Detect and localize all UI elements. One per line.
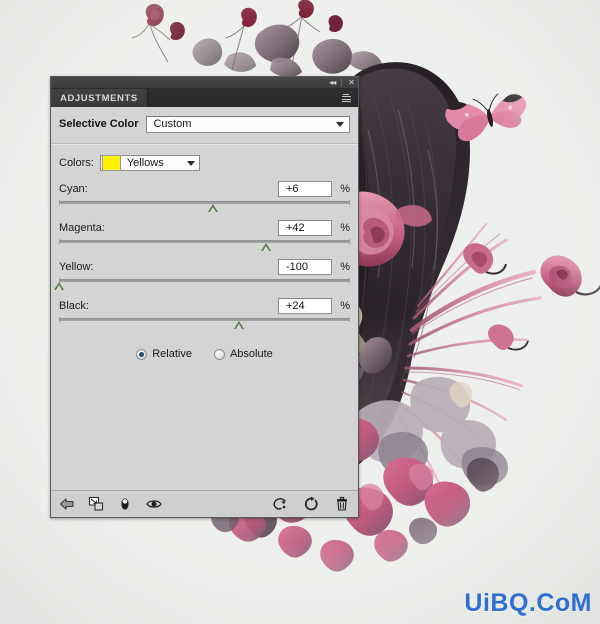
radio-absolute-indicator — [213, 348, 225, 360]
slider-yellow-label: Yellow: — [59, 261, 94, 273]
tab-row-filler — [148, 89, 337, 107]
radio-relative-label: Relative — [152, 348, 192, 360]
slider-yellow-track[interactable] — [54, 277, 350, 293]
radio-relative[interactable]: Relative — [136, 348, 192, 360]
slider-magenta-input[interactable]: +42 — [278, 220, 332, 236]
page-title: Selective Color — [59, 118, 139, 130]
site-watermark: UiBQ.CoM — [464, 589, 592, 617]
previous-state-arrow-icon[interactable] — [59, 496, 75, 512]
radio-relative-indicator — [136, 348, 148, 360]
preset-dropdown[interactable]: Custom — [146, 115, 350, 133]
radio-absolute-label: Absolute — [229, 348, 273, 360]
clip-to-layer-icon[interactable] — [88, 496, 104, 512]
tab-adjustments-label: ADJUSTMENTS — [60, 92, 138, 104]
slider-magenta: Magenta: +42 % — [59, 218, 350, 254]
colors-row: Colors: Yellows — [51, 145, 358, 171]
slider-cyan-track[interactable] — [59, 199, 350, 215]
adjustments-panel: ◂◂ | ✕ ADJUSTMENTS Selective Color Custo… — [50, 76, 359, 518]
delete-layer-icon[interactable] — [334, 496, 350, 512]
slider-magenta-track[interactable] — [59, 238, 350, 254]
colors-value: Yellows — [126, 157, 164, 169]
slider-cyan: Cyan: +6 % — [59, 179, 350, 215]
slider-track-line — [59, 201, 350, 204]
slider-track-line — [59, 240, 350, 243]
panel-titlebar: ◂◂ | ✕ — [51, 77, 358, 89]
slider-black-track[interactable] — [59, 316, 350, 332]
slider-cyan-input[interactable]: +6 — [278, 181, 332, 197]
reset-adjustment-icon[interactable] — [303, 496, 319, 512]
slider-yellow-thumb[interactable] — [54, 282, 64, 290]
slider-magenta-label: Magenta: — [59, 222, 105, 234]
color-swatch — [101, 155, 121, 171]
collapse-panel-icon[interactable]: ◂◂ — [329, 78, 336, 87]
slider-black: Black: +24 % — [59, 296, 350, 332]
adjustment-header: Selective Color Custom — [51, 107, 358, 137]
preset-value: Custom — [153, 118, 192, 130]
reset-to-previous-icon[interactable] — [272, 496, 288, 512]
tab-adjustments[interactable]: ADJUSTMENTS — [51, 89, 148, 107]
colors-dropdown[interactable]: Yellows — [99, 155, 200, 171]
toggle-layer-visibility-icon[interactable] — [117, 496, 133, 512]
slider-black-unit: % — [340, 300, 350, 312]
slider-cyan-unit: % — [340, 183, 350, 195]
slider-yellow-unit: % — [340, 261, 350, 273]
close-icon[interactable]: ✕ — [348, 78, 355, 87]
slider-cyan-label: Cyan: — [59, 183, 88, 195]
slider-track-line — [59, 318, 350, 321]
slider-black-thumb[interactable] — [234, 321, 245, 329]
slider-black-label: Black: — [59, 300, 89, 312]
panel-menu-icon[interactable] — [337, 89, 358, 107]
chevron-down-icon — [336, 121, 344, 127]
slider-cyan-thumb[interactable] — [208, 204, 219, 212]
panel-footer-toolbar — [51, 490, 358, 517]
chevron-down-icon — [186, 160, 195, 166]
slider-magenta-unit: % — [340, 222, 350, 234]
colors-label: Colors: — [59, 157, 94, 169]
panel-body: Selective Color Custom Colors: Yellows C… — [51, 107, 358, 490]
slider-track-line — [59, 279, 350, 282]
method-radio-group: Relative Absolute — [51, 348, 358, 360]
titlebar-separator: | — [340, 78, 343, 87]
slider-magenta-thumb[interactable] — [260, 243, 271, 251]
slider-yellow-input[interactable]: -100 — [278, 259, 332, 275]
radio-absolute[interactable]: Absolute — [213, 348, 273, 360]
preview-eye-icon[interactable] — [146, 496, 162, 512]
slider-black-input[interactable]: +24 — [278, 298, 332, 314]
slider-group: Cyan: +6 % Magenta: +42 % Yellow: -100 %… — [51, 171, 358, 332]
panel-tab-row: ADJUSTMENTS — [51, 89, 358, 108]
screenshot-stage: ◂◂ | ✕ ADJUSTMENTS Selective Color Custo… — [0, 0, 600, 624]
slider-yellow: Yellow: -100 % — [54, 257, 350, 293]
